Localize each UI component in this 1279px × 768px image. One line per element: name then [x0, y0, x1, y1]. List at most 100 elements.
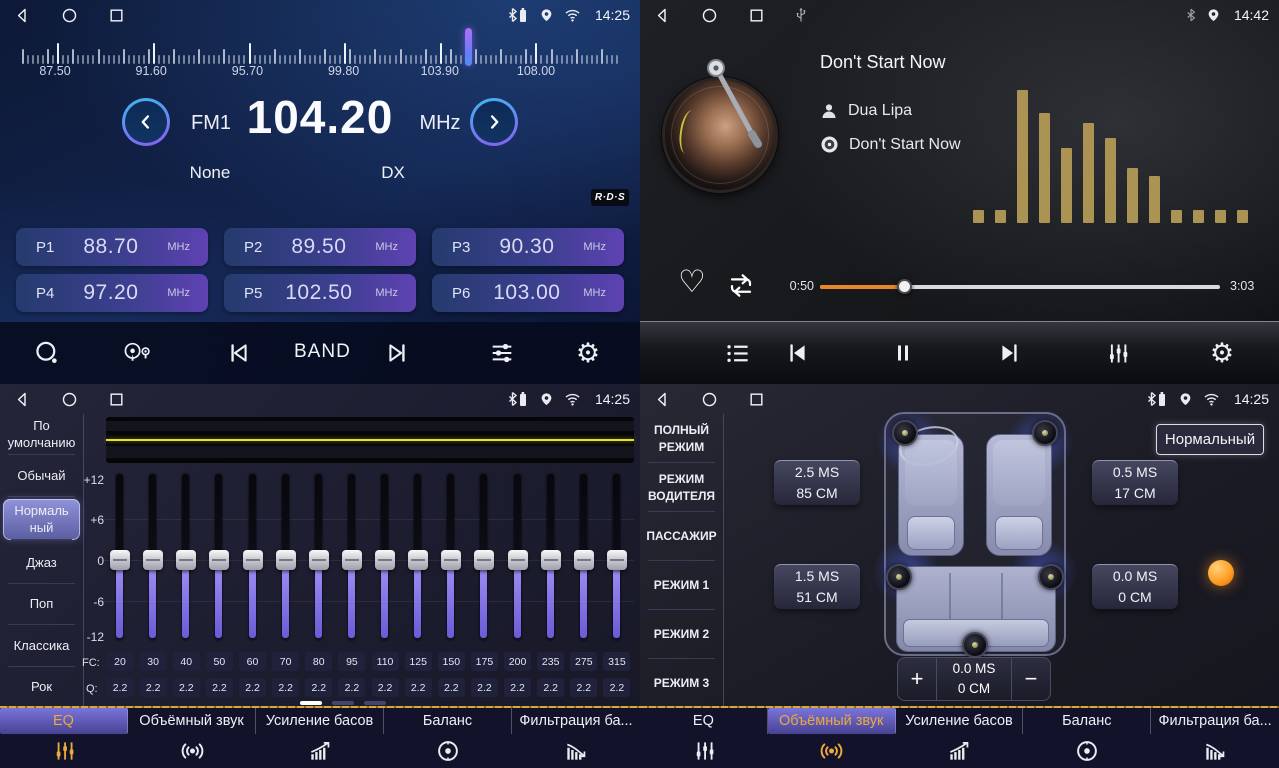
fc-value-chip[interactable]: 125	[405, 652, 432, 671]
eq-band-slider-125[interactable]	[408, 472, 428, 642]
eq-preset-item-6[interactable]: Рок	[0, 667, 83, 708]
slider-thumb[interactable]	[243, 550, 263, 570]
eq-settings-button[interactable]	[484, 335, 520, 371]
slider-thumb[interactable]	[474, 550, 494, 570]
q-value-chip[interactable]: 2.2	[405, 678, 432, 697]
center-rear-speaker[interactable]	[962, 632, 988, 658]
q-value-chip[interactable]: 2.2	[338, 678, 365, 697]
tab-bass-boost[interactable]: Усиление басов	[256, 708, 384, 768]
next-track-button[interactable]	[992, 335, 1028, 371]
tab-surround[interactable]: Объёмный звук	[128, 708, 256, 768]
rear-right-speaker[interactable]	[1038, 564, 1064, 590]
eq-band-slider-200[interactable]	[508, 472, 528, 642]
scan-button[interactable]	[29, 335, 65, 371]
rear-left-delay-chip[interactable]: 1.5 MS 51 CM	[774, 564, 860, 609]
equalizer-button[interactable]	[1099, 335, 1135, 371]
progress-bar[interactable]	[820, 285, 1220, 289]
q-value-chip[interactable]: 2.2	[305, 678, 332, 697]
tab-surround[interactable]: Объёмный звук	[768, 708, 896, 768]
frequency-ruler[interactable]	[22, 34, 616, 64]
fc-value-chip[interactable]: 200	[504, 652, 531, 671]
prev-track-button[interactable]	[779, 335, 815, 371]
slider-thumb[interactable]	[441, 550, 461, 570]
q-value-chip[interactable]: 2.2	[107, 678, 134, 697]
eq-band-slider-175[interactable]	[474, 472, 494, 642]
eq-band-slider-110[interactable]	[375, 472, 395, 642]
preset-button-p3[interactable]: P390.30MHz	[432, 228, 624, 266]
front-left-delay-chip[interactable]: 2.5 MS 85 CM	[774, 460, 860, 505]
q-value-chip[interactable]: 2.2	[206, 678, 233, 697]
listening-mode-item-5[interactable]: РЕЖИМ 3	[640, 659, 723, 708]
listening-mode-item-2[interactable]: ПАССАЖИР	[640, 512, 723, 561]
back-button[interactable]	[14, 7, 31, 24]
q-value-chip[interactable]: 2.2	[272, 678, 299, 697]
recents-button[interactable]	[108, 7, 125, 24]
rear-left-speaker[interactable]	[886, 564, 912, 590]
preset-button-p5[interactable]: P5102.50MHz	[224, 274, 416, 312]
settings-button[interactable]: ⚙	[1204, 335, 1240, 371]
listening-position-marker[interactable]	[1208, 560, 1234, 586]
back-button[interactable]	[14, 391, 31, 408]
tune-up-button[interactable]	[470, 98, 518, 146]
fc-value-chip[interactable]: 315	[603, 652, 630, 671]
eq-preset-item-3[interactable]: Джаз	[0, 542, 83, 583]
q-value-chip[interactable]: 2.2	[372, 678, 399, 697]
tab-balance[interactable]: Баланс	[1023, 708, 1151, 768]
fc-value-chip[interactable]: 40	[173, 652, 200, 671]
fc-value-chip[interactable]: 150	[438, 652, 465, 671]
slider-thumb[interactable]	[143, 550, 163, 570]
eq-band-slider-315[interactable]	[607, 472, 627, 642]
slider-thumb[interactable]	[574, 550, 594, 570]
preset-button-p1[interactable]: P188.70MHz	[16, 228, 208, 266]
eq-band-slider-60[interactable]	[243, 472, 263, 642]
front-left-speaker[interactable]	[892, 420, 918, 446]
q-value-chip[interactable]: 2.2	[173, 678, 200, 697]
fc-value-chip[interactable]: 235	[537, 652, 564, 671]
tab-eq[interactable]: EQ	[640, 708, 768, 768]
repeat-button[interactable]	[724, 272, 758, 299]
q-value-chip[interactable]: 2.2	[603, 678, 630, 697]
recents-button[interactable]	[748, 7, 765, 24]
slider-thumb[interactable]	[342, 550, 362, 570]
slider-thumb[interactable]	[375, 550, 395, 570]
back-button[interactable]	[654, 7, 671, 24]
eq-band-slider-150[interactable]	[441, 472, 461, 642]
fc-value-chip[interactable]: 20	[107, 652, 134, 671]
eq-band-slider-30[interactable]	[143, 472, 163, 642]
slider-thumb[interactable]	[508, 550, 528, 570]
slider-thumb[interactable]	[209, 550, 229, 570]
progress-thumb[interactable]	[897, 279, 912, 294]
fc-value-chip[interactable]: 110	[372, 652, 399, 671]
slider-thumb[interactable]	[309, 550, 329, 570]
eq-preset-item-0[interactable]: По умолчанию	[0, 414, 83, 455]
q-value-chip[interactable]: 2.2	[239, 678, 266, 697]
playlist-button[interactable]	[719, 335, 755, 371]
slider-thumb[interactable]	[176, 550, 196, 570]
home-button[interactable]	[701, 391, 718, 408]
sound-preset-button[interactable]: Нормальный	[1156, 424, 1264, 455]
slider-thumb[interactable]	[276, 550, 296, 570]
eq-preset-item-4[interactable]: Поп	[0, 584, 83, 625]
rear-right-delay-chip[interactable]: 0.0 MS 0 CM	[1092, 564, 1178, 609]
q-value-chip[interactable]: 2.2	[438, 678, 465, 697]
fc-value-chip[interactable]: 70	[272, 652, 299, 671]
fc-value-chip[interactable]: 50	[206, 652, 233, 671]
tune-down-button[interactable]	[122, 98, 170, 146]
listening-mode-item-4[interactable]: РЕЖИМ 2	[640, 610, 723, 659]
delay-plus-button[interactable]: +	[898, 658, 936, 700]
fc-value-chip[interactable]: 175	[471, 652, 498, 671]
tab-eq[interactable]: EQ	[0, 708, 128, 768]
slider-thumb[interactable]	[607, 550, 627, 570]
home-button[interactable]	[61, 7, 78, 24]
fc-value-chip[interactable]: 80	[305, 652, 332, 671]
eq-band-slider-95[interactable]	[342, 472, 362, 642]
delay-minus-button[interactable]: −	[1012, 658, 1050, 700]
eq-band-slider-235[interactable]	[541, 472, 561, 642]
fc-value-chip[interactable]: 30	[140, 652, 167, 671]
tab-balance[interactable]: Баланс	[384, 708, 512, 768]
home-button[interactable]	[701, 7, 718, 24]
slider-thumb[interactable]	[408, 550, 428, 570]
front-right-delay-chip[interactable]: 0.5 MS 17 CM	[1092, 460, 1178, 505]
pause-button[interactable]	[885, 335, 921, 371]
listening-mode-item-3[interactable]: РЕЖИМ 1	[640, 561, 723, 610]
